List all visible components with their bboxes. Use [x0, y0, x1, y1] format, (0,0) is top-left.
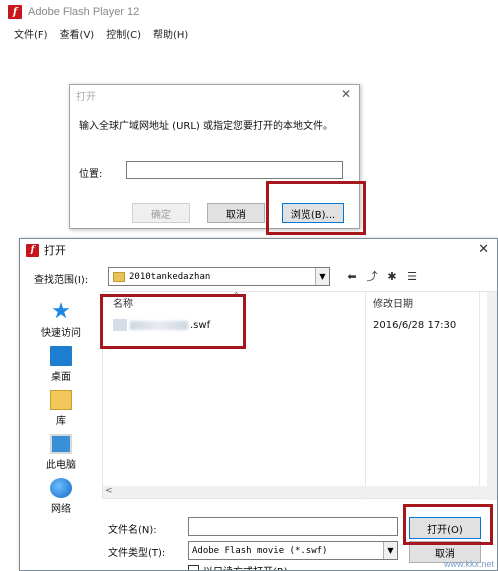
place-quick-access[interactable]: ★ 快速访问	[28, 295, 94, 340]
computer-icon	[50, 434, 72, 454]
filetype-label: 文件类型(T):	[108, 548, 166, 559]
place-label: 快速访问	[41, 328, 81, 339]
filename-input[interactable]	[188, 517, 398, 536]
place-library[interactable]: 库	[28, 383, 94, 427]
filetype-value: Adobe Flash movie (*.swf)	[192, 545, 328, 556]
file-date: 2016/6/28 17:30	[373, 319, 457, 331]
blurred-filename	[130, 320, 188, 330]
ok-button[interactable]: 确定	[132, 203, 190, 223]
menubar: 文件(F) 查看(V) 控制(C) 帮助(H)	[0, 26, 200, 44]
close-icon[interactable]: ✕	[478, 242, 489, 257]
filetype-select[interactable]: Adobe Flash movie (*.swf) ▼	[188, 541, 398, 560]
up-folder-icon[interactable]: ⤴	[364, 268, 380, 284]
new-folder-icon[interactable]: ✱	[384, 268, 400, 284]
place-label: 网络	[51, 504, 71, 515]
file-open-dialog: f 打开 ✕ 查找范围(I): 2010tankedazhan ▼ ⬅ ⤴ ✱ …	[19, 238, 498, 571]
column-header-date[interactable]: 修改日期	[373, 292, 413, 312]
file-dialog-titlebar: f 打开	[20, 239, 497, 261]
location-input[interactable]	[126, 161, 343, 179]
network-icon	[50, 478, 72, 498]
column-header-name[interactable]: 名称	[113, 292, 133, 312]
star-icon: ★	[51, 299, 71, 324]
open-button[interactable]: 打开(O)	[409, 517, 481, 539]
filename-label: 文件名(N):	[108, 525, 157, 536]
place-label: 此电脑	[46, 460, 76, 471]
chevron-down-icon[interactable]: ▼	[383, 542, 397, 559]
library-icon	[50, 390, 72, 410]
flash-player-icon: f	[8, 5, 22, 19]
open-dialog-title: 打开	[76, 91, 96, 103]
file-toolbar: ⬅ ⤴ ✱ ☰	[344, 268, 420, 284]
file-dialog-title: 打开	[44, 244, 66, 257]
place-desktop[interactable]: 桌面	[28, 339, 94, 383]
readonly-label: 以只读方式打开(R)	[203, 563, 288, 570]
desktop-icon	[50, 346, 72, 366]
lookin-label: 查找范围(I):	[34, 275, 89, 286]
file-name: .swf	[190, 319, 211, 331]
place-label: 库	[56, 416, 66, 427]
flash-player-icon: f	[26, 243, 39, 257]
menu-control[interactable]: 控制(C)	[106, 26, 141, 44]
vertical-scrollbar[interactable]	[487, 292, 497, 500]
horizontal-scrollbar[interactable]: <	[103, 486, 488, 498]
browse-button[interactable]: 浏览(B)...	[282, 203, 344, 223]
watermark-text: www.kkx.net	[443, 559, 494, 569]
place-this-pc[interactable]: 此电脑	[28, 427, 94, 471]
back-arrow-icon[interactable]: ⬅	[344, 268, 360, 284]
chevron-down-icon[interactable]: ▼	[315, 268, 329, 285]
readonly-checkbox-row[interactable]: 以只读方式打开(R)	[188, 563, 288, 570]
table-row[interactable]: .swf 2016/6/28 17:30	[107, 316, 487, 334]
open-dialog-message: 输入全球广域网地址 (URL) 或指定您要打开的本地文件。	[79, 121, 333, 132]
places-bar: ★ 快速访问 桌面 库 此电脑 网络	[28, 295, 94, 516]
menu-view[interactable]: 查看(V)	[60, 26, 95, 44]
open-url-dialog: 打开 ✕ 输入全球广域网地址 (URL) 或指定您要打开的本地文件。 位置: 确…	[69, 84, 360, 229]
scroll-left-icon[interactable]: <	[105, 486, 113, 496]
window-title: Adobe Flash Player 12	[28, 6, 140, 18]
lookin-value: 2010tankedazhan	[129, 271, 211, 282]
menu-file[interactable]: 文件(F)	[14, 26, 48, 44]
place-label: 桌面	[51, 372, 71, 383]
readonly-checkbox[interactable]	[188, 565, 199, 570]
sort-caret-icon: ⌃	[233, 291, 240, 300]
cancel-button[interactable]: 取消	[207, 203, 265, 223]
view-menu-icon[interactable]: ☰	[404, 268, 420, 284]
lookin-combo[interactable]: 2010tankedazhan ▼	[108, 267, 330, 286]
folder-icon	[113, 271, 125, 282]
menu-help[interactable]: 帮助(H)	[153, 26, 188, 44]
file-icon	[113, 319, 127, 331]
place-network[interactable]: 网络	[28, 471, 94, 515]
close-icon[interactable]: ✕	[339, 87, 353, 101]
main-titlebar: f Adobe Flash Player 12	[0, 0, 498, 24]
file-list[interactable]: 名称 ⌃ 修改日期 .swf 2016/6/28 17:30 <	[102, 291, 497, 500]
location-label: 位置:	[79, 169, 103, 180]
